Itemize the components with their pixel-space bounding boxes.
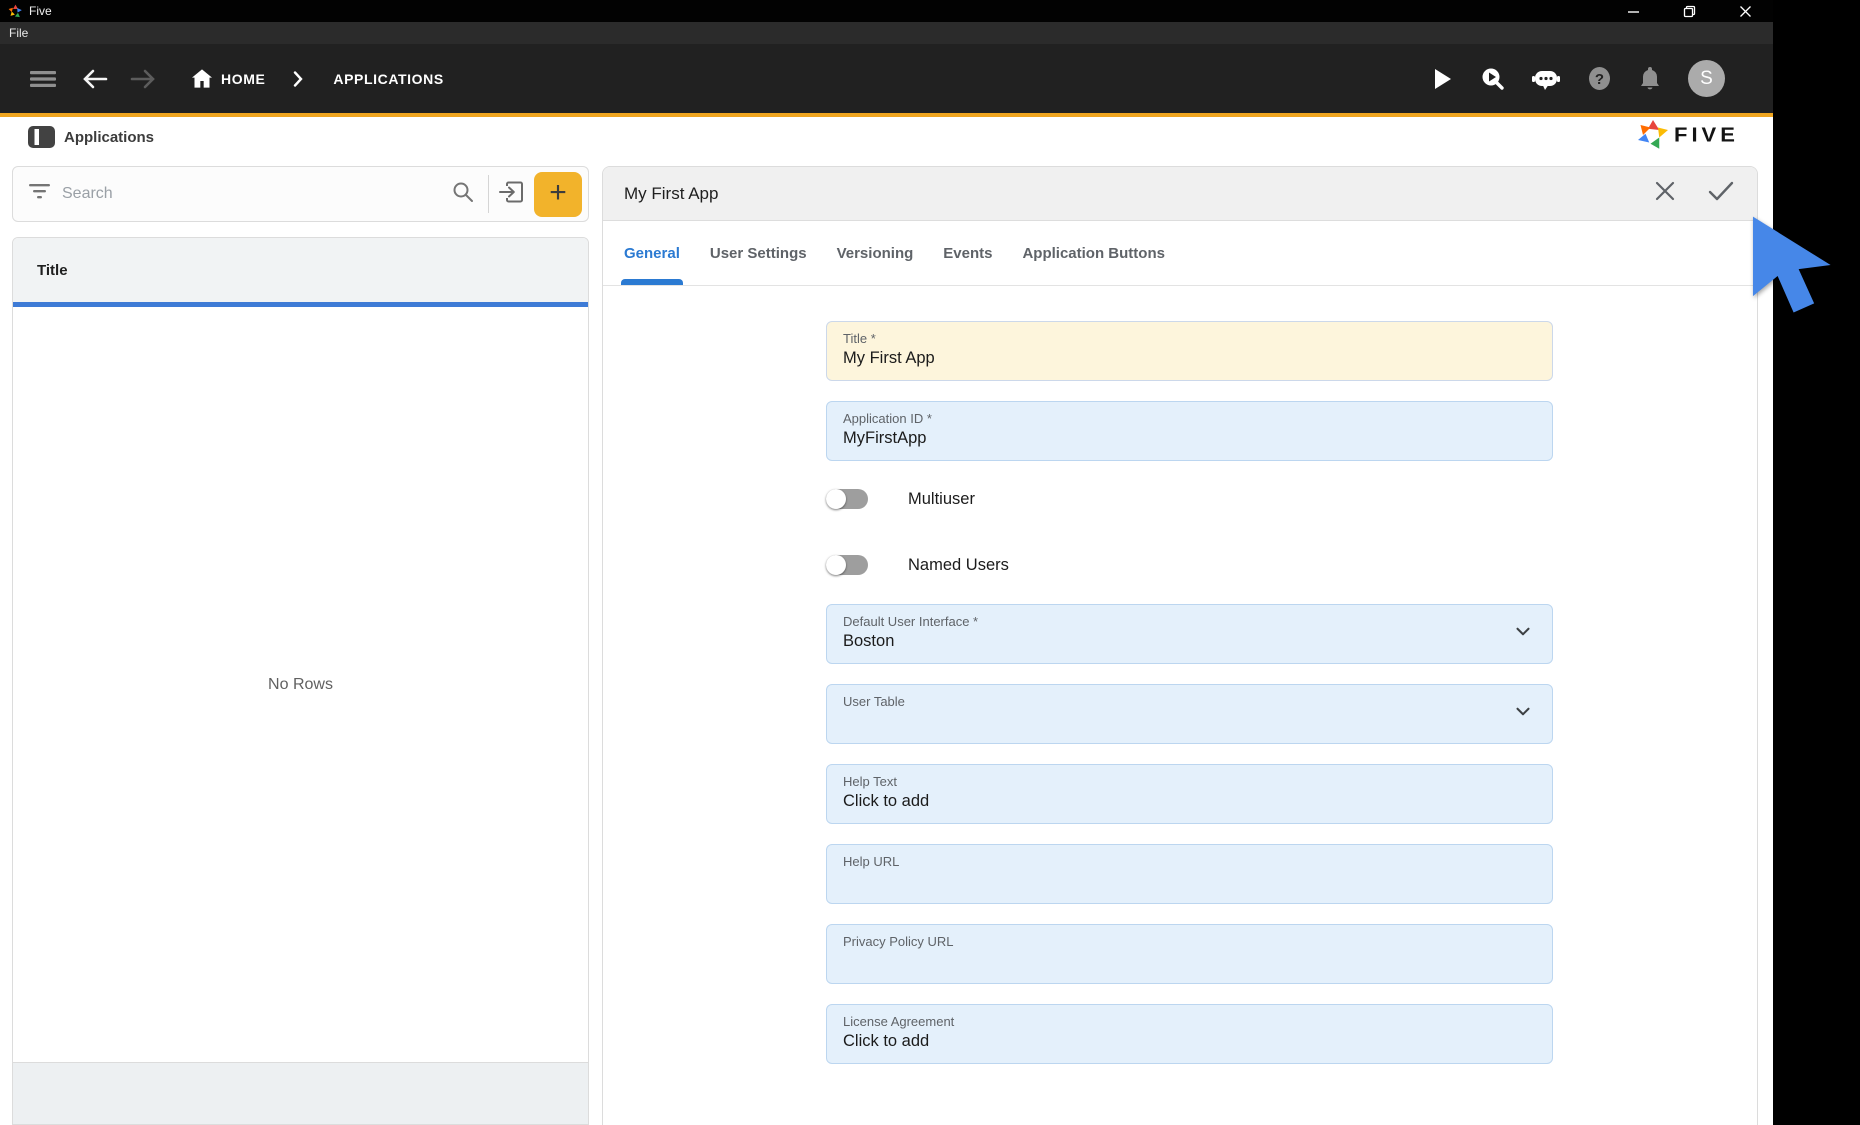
license-agreement-field[interactable]: License Agreement Click to add: [826, 1004, 1553, 1064]
chevron-down-icon: [1512, 701, 1534, 728]
titlebar: Five: [0, 0, 1773, 22]
named-users-toggle[interactable]: [826, 555, 868, 575]
field-label: Help URL: [843, 854, 900, 869]
account-avatar[interactable]: S: [1688, 60, 1725, 97]
window-title: Five: [29, 4, 52, 18]
field-value: Click to add: [843, 792, 930, 810]
title-field[interactable]: Title * My First App: [826, 321, 1553, 381]
tab-events[interactable]: Events: [928, 221, 1007, 285]
column-header-title[interactable]: Title: [37, 262, 68, 279]
maximize-button[interactable]: [1661, 0, 1717, 22]
field-label: Privacy Policy URL: [843, 934, 954, 949]
multiuser-toggle-row: Multiuser: [826, 488, 1553, 510]
brand-logo: FIVE: [1638, 119, 1739, 151]
minimize-button[interactable]: [1605, 0, 1661, 22]
brand-logo-text: FIVE: [1674, 123, 1739, 147]
add-record-button[interactable]: +: [534, 171, 582, 217]
save-check-icon[interactable]: [1708, 180, 1734, 207]
help-icon[interactable]: ?: [1587, 66, 1612, 91]
help-text-field[interactable]: Help Text Click to add: [826, 764, 1553, 824]
form-header: My First App: [603, 167, 1757, 221]
multiuser-toggle[interactable]: [826, 489, 868, 509]
mouse-cursor: [1742, 213, 1837, 323]
sidebar-layout-icon: [28, 126, 55, 148]
form-tabs: General User Settings Versioning Events …: [603, 221, 1757, 286]
field-label: Application ID *: [843, 411, 932, 426]
list-body: No Rows: [13, 307, 588, 1062]
field-label: Help Text: [843, 774, 897, 789]
close-button[interactable]: [1717, 0, 1773, 22]
five-logo-icon: [8, 4, 22, 17]
toggle-knob: [826, 555, 846, 575]
help-url-field[interactable]: Help URL: [826, 844, 1553, 904]
menu-file[interactable]: File: [0, 26, 37, 40]
page-title: Applications: [64, 128, 155, 146]
toolbar-divider: [488, 175, 489, 213]
forward-arrow-icon[interactable]: [130, 69, 156, 89]
chevron-down-icon: [1512, 621, 1534, 648]
tab-general[interactable]: General: [609, 221, 695, 285]
toggle-label: Multiuser: [908, 489, 975, 508]
search-toolbar: +: [12, 166, 589, 222]
field-value: MyFirstApp: [843, 429, 927, 447]
active-tab-underline: [621, 279, 683, 285]
field-label: User Table: [843, 694, 905, 709]
run-play-icon[interactable]: [1432, 68, 1452, 90]
default-user-interface-select[interactable]: Default User Interface * Boston: [826, 604, 1553, 664]
hamburger-menu-icon[interactable]: [30, 69, 56, 89]
import-export-icon[interactable]: [499, 181, 524, 208]
named-users-toggle-row: Named Users: [826, 554, 1553, 576]
cancel-icon[interactable]: [1653, 179, 1677, 208]
record-form-card: My First App General User Settings Versi…: [602, 166, 1758, 1125]
form-fields: Title * My First App Application ID * My…: [826, 321, 1553, 1064]
application-id-field[interactable]: Application ID * MyFirstApp: [826, 401, 1553, 461]
list-header[interactable]: Title: [13, 238, 588, 302]
content-area: Applications FIVE Search + Title No Rows…: [0, 117, 1773, 1125]
field-label: License Agreement: [843, 1014, 955, 1029]
user-table-select[interactable]: User Table: [826, 684, 1553, 744]
breadcrumb-applications: APPLICATIONS: [333, 70, 444, 87]
home-icon[interactable]: [192, 69, 212, 88]
notifications-bell-icon[interactable]: [1639, 66, 1661, 91]
navbar: HOME APPLICATIONS ? S: [0, 44, 1773, 113]
tab-versioning[interactable]: Versioning: [822, 221, 929, 285]
search-input[interactable]: [62, 185, 452, 203]
toggle-label: Named Users: [908, 555, 1009, 574]
field-label: Default User Interface *: [843, 614, 979, 629]
toggle-knob: [826, 489, 846, 509]
svg-text:?: ?: [1595, 71, 1604, 88]
form-title: My First App: [624, 183, 719, 203]
menubar: File: [0, 22, 1773, 44]
bot-assistant-icon[interactable]: [1532, 67, 1560, 91]
app-window: Five File HOME APPLICATIONS ? S Applicat…: [0, 0, 1773, 1125]
field-value: My First App: [843, 349, 935, 367]
search-icon[interactable]: [452, 181, 474, 208]
back-arrow-icon[interactable]: [82, 69, 108, 89]
debug-icon[interactable]: [1479, 66, 1505, 92]
breadcrumb-home[interactable]: HOME: [221, 71, 265, 87]
applications-list: Title No Rows: [12, 237, 589, 1125]
filter-icon[interactable]: [29, 184, 50, 204]
tab-application-buttons[interactable]: Application Buttons: [1007, 221, 1180, 285]
plus-icon: +: [549, 175, 567, 209]
tab-user-settings[interactable]: User Settings: [695, 221, 822, 285]
breadcrumb-chevron-icon: [293, 70, 304, 87]
avatar-initial: S: [1700, 67, 1713, 89]
field-value: Click to add: [843, 1032, 930, 1050]
page-header: Applications: [28, 126, 154, 148]
list-footer: [13, 1062, 588, 1124]
five-pinwheel-icon: [1638, 120, 1668, 149]
field-value: Boston: [843, 632, 895, 650]
privacy-policy-url-field[interactable]: Privacy Policy URL: [826, 924, 1553, 984]
empty-state-text: No Rows: [268, 675, 333, 693]
field-label: Title *: [843, 331, 876, 346]
